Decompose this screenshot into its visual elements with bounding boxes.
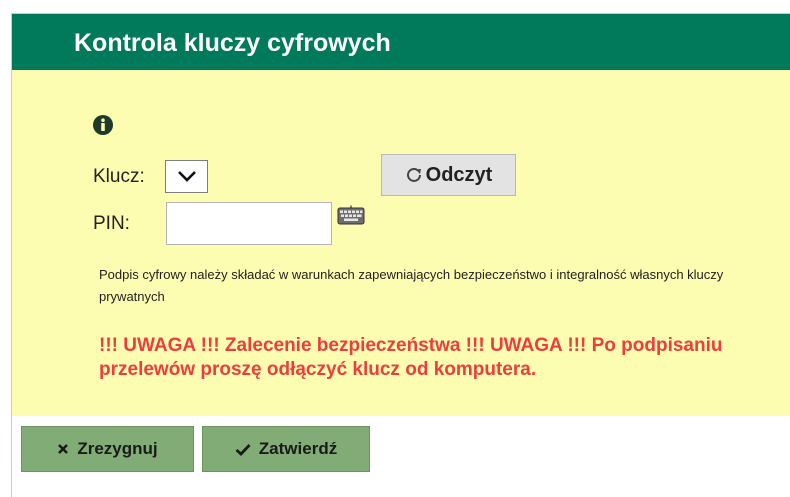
key-select[interactable] — [165, 160, 208, 193]
refresh-icon — [405, 166, 423, 184]
cancel-button-label: Zrezygnuj — [77, 439, 158, 458]
signature-note: Podpis cyfrowy należy składać w warunkac… — [99, 267, 724, 304]
confirm-button-label: Zatwierdź — [258, 439, 338, 458]
cancel-button[interactable]: Zrezygnuj — [21, 426, 194, 472]
key-label: Klucz: — [93, 166, 145, 187]
pin-input[interactable] — [166, 202, 332, 245]
read-key-button-label: Odczyt — [425, 163, 493, 186]
confirm-button[interactable]: Zatwierdź — [202, 426, 370, 472]
check-icon — [235, 443, 251, 456]
chevron-down-icon — [178, 171, 196, 182]
close-icon — [57, 443, 69, 455]
pin-label: PIN: — [93, 213, 130, 234]
security-warning: !!! UWAGA !!! Zalecenie bezpieczeństwa !… — [99, 335, 723, 380]
dialog-title: Kontrola kluczy cyfrowych — [74, 29, 391, 57]
keyboard-icon[interactable] — [337, 205, 365, 230]
dialog-header: Kontrola kluczy cyfrowych — [12, 14, 790, 70]
info-circle-icon[interactable] — [93, 115, 113, 135]
read-key-button[interactable]: Odczyt — [381, 154, 516, 196]
